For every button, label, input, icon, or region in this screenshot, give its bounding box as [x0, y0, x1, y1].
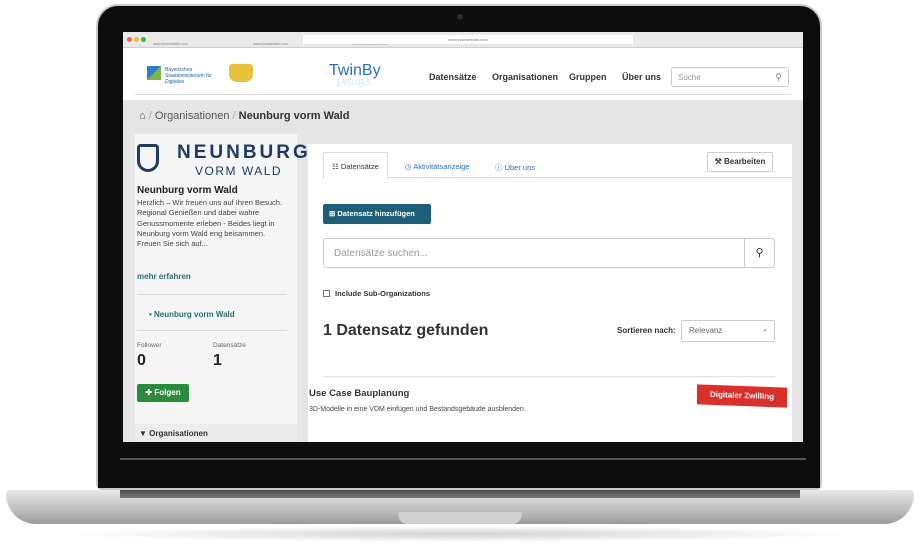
add-dataset-button[interactable]: ⊞ Datensatz hinzufügen: [323, 204, 431, 224]
sort-select[interactable]: Relevanz ⌄: [681, 320, 775, 342]
nav-datasets[interactable]: Datensätze: [429, 72, 477, 82]
nav-groups[interactable]: Gruppen: [569, 72, 607, 82]
bavaria-crest-icon: [229, 64, 253, 82]
read-more-link[interactable]: mehr erfahren: [137, 272, 191, 281]
dataset-search-placeholder: Datensätze suchen...: [334, 248, 428, 259]
include-sub-orgs-checkbox[interactable]: Include Sub-Organizations: [323, 289, 430, 298]
search-icon[interactable]: ⚲: [775, 72, 782, 83]
tab-datasets-label: Datensätze: [340, 162, 379, 171]
plus-circle-icon: ✚: [145, 388, 153, 397]
laptop-frame: www.yourwebsite.com www.yourwebsite.com …: [0, 0, 920, 550]
site-search-input[interactable]: Suche ⚲: [671, 67, 789, 87]
filter-icon: ▼: [139, 429, 147, 438]
info-icon: ⓘ: [495, 163, 503, 172]
organisations-facet-heading[interactable]: ▼ Organisationen: [135, 424, 297, 442]
dataset-description: 3D-Modelle in eine VDM einfügen und Best…: [309, 406, 526, 413]
laptop-chin: [98, 444, 820, 488]
neunburg-shield-icon: [137, 144, 159, 172]
address-bar[interactable]: www.yourwebsite.com: [303, 35, 633, 44]
org-logo-sub: VORM WALD: [195, 164, 283, 178]
browser-tab[interactable]: www.yourwebsite.com: [153, 42, 188, 46]
laptop-hinge: [120, 490, 800, 498]
tab-activity[interactable]: ◷ Aktivitätsanzeige: [405, 162, 470, 171]
dataset-tag-badge[interactable]: Digitaler Zwilling: [697, 384, 787, 408]
home-icon[interactable]: ⌂: [139, 110, 146, 122]
datasets-label: Datensätze: [213, 342, 246, 349]
follower-label: Follower: [137, 342, 162, 349]
tab-about-label: Über uns: [504, 163, 536, 172]
minimize-dot-icon[interactable]: [134, 37, 139, 42]
include-sub-orgs-label: Include Sub-Organizations: [335, 289, 431, 298]
site-search-placeholder: Suche: [678, 73, 701, 82]
ministry-logo-icon[interactable]: [147, 66, 161, 80]
add-dataset-label: Datensatz hinzufügen: [337, 209, 415, 218]
follow-button[interactable]: ✚ Folgen: [137, 384, 189, 402]
org-logo-name: NEUNBURG: [177, 142, 311, 163]
sitemap-icon: ☷: [332, 162, 339, 171]
clock-icon: ◷: [405, 162, 412, 171]
breadcrumb: ⌂ / Organisationen / Neunburg vorm Wald: [123, 100, 803, 134]
close-dot-icon[interactable]: [127, 37, 132, 42]
screen-bottom-edge: [120, 458, 806, 460]
sidebar-divider: [137, 294, 287, 295]
header-divider: [135, 94, 791, 95]
sort-value: Relevanz: [689, 326, 723, 335]
laptop-shadow: [60, 526, 860, 542]
sort-label: Sortieren nach:: [617, 326, 676, 335]
dataset-title-link[interactable]: Use Case Bauplanung: [309, 388, 409, 399]
tab-activity-label: Aktivitätsanzeige: [413, 162, 470, 171]
tab-about[interactable]: ⓘ Über uns: [495, 162, 535, 173]
dataset-search-input[interactable]: Datensätze suchen... ⚲: [323, 238, 775, 268]
sidebar-org-link-label: Neunburg vorm Wald: [154, 310, 235, 319]
follow-button-label: Folgen: [154, 388, 181, 397]
breadcrumb-separator: /: [232, 110, 236, 122]
checkbox-icon[interactable]: [323, 290, 330, 297]
laptop-notch: [398, 512, 522, 524]
wrench-icon: ⚒: [714, 157, 722, 166]
plus-square-icon: ⊞: [329, 209, 336, 218]
ministry-label: Bayerisches Staatsministerium für Digita…: [165, 67, 212, 85]
site-header: Bayerisches Staatsministerium für Digita…: [123, 48, 803, 98]
brand-logo-reflection: TwinBy: [335, 76, 371, 88]
maximize-dot-icon[interactable]: [141, 37, 146, 42]
org-title: Neunburg vorm Wald: [137, 185, 238, 196]
result-count: 1 Datensatz gefunden: [323, 322, 489, 339]
datasets-count: 1: [213, 352, 222, 369]
follower-count: 0: [137, 352, 146, 369]
results-divider: [323, 376, 775, 377]
org-description: Herzlich – Wir freuen uns auf Ihren Besu…: [137, 198, 283, 249]
sidebar-org-link[interactable]: • Neunburg vorm Wald: [149, 310, 235, 319]
edit-button-label: Bearbeiten: [724, 157, 766, 166]
browser-tab[interactable]: www.yourwebsite.com: [253, 42, 288, 46]
search-icon[interactable]: ⚲: [744, 239, 774, 267]
screen: www.yourwebsite.com www.yourwebsite.com …: [123, 32, 803, 442]
tab-datasets[interactable]: ☷ Datensätze: [323, 152, 388, 179]
breadcrumb-separator: /: [148, 110, 152, 122]
breadcrumb-organisations[interactable]: Organisationen: [155, 110, 230, 122]
camera-icon: [457, 14, 463, 20]
nav-organisations[interactable]: Organisationen: [492, 72, 558, 82]
edit-button[interactable]: ⚒ Bearbeiten: [707, 152, 773, 172]
breadcrumb-current[interactable]: Neunburg vorm Wald: [239, 110, 350, 122]
organisations-heading-label: Organisationen: [149, 429, 208, 438]
chevron-down-icon: ⌄: [762, 326, 768, 333]
nav-about[interactable]: Über uns: [622, 72, 661, 82]
sidebar-divider: [137, 330, 287, 331]
browser-chrome: www.yourwebsite.com www.yourwebsite.com …: [123, 32, 803, 48]
